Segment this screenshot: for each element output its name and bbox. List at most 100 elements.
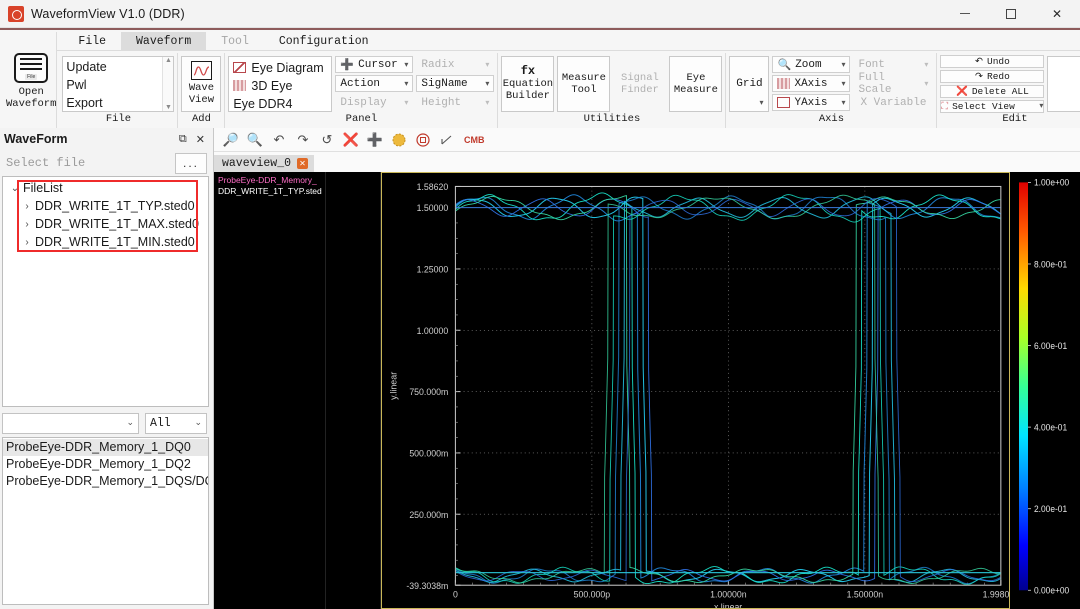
signal-filter-combo[interactable]: ⌄ [2,412,139,434]
scroll-up-icon[interactable]: ▲ [165,57,172,64]
svg-text:1.00e+00: 1.00e+00 [1034,178,1069,188]
type-filter-combo[interactable]: All ⌄ [145,412,207,434]
tree-item-typ[interactable]: › DDR_WRITE_1T_TYP.sted0 [3,197,208,215]
yaxis-button[interactable]: YAxis ▾ [772,94,851,111]
svg-text:500.000m: 500.000m [409,448,448,458]
close-button[interactable]: ✕ [1034,0,1080,28]
select-file-input[interactable]: Select file [2,152,171,174]
tab-file[interactable]: File [63,32,121,50]
eye-diagram-plot[interactable]: 1.58620 1.50000 1.25000 1.00000 750.000m 500.… [381,172,1010,609]
browse-button[interactable]: ... [175,152,207,174]
yaxis-button-label: YAxis [794,96,828,109]
zoom-in-icon[interactable]: 🔍 [244,130,266,150]
scroll-down-icon[interactable]: ▼ [165,104,172,111]
eye-diagram-svg[interactable]: 1.58620 1.50000 1.25000 1.00000 750.000m 500.… [382,173,1009,608]
file-action-update[interactable]: Update [66,58,173,76]
list-item[interactable]: ProbeEye-DDR_Memory_1_DQS/DQSB [3,473,208,490]
chevron-right-icon[interactable]: › [19,219,35,230]
eye-measure-button[interactable]: Eye Measure [669,55,723,112]
slope-icon[interactable] [436,130,458,150]
tab-tool[interactable]: Tool [206,32,264,50]
full-scale-button[interactable]: Full Scale ▾ [853,72,933,96]
svg-text:750.000m: 750.000m [409,387,448,397]
chevron-right-icon[interactable]: › [19,201,35,212]
tree-item-max[interactable]: › DDR_WRITE_1T_MAX.sted0 [3,215,208,233]
undo-icon[interactable]: ↶ [268,130,290,150]
title-bar: WaveformView V1.0 (DDR) ✕ [0,0,1080,28]
type-filter-value: All [150,416,171,430]
panel-menu-list[interactable]: Eye Diagram 3D Eye Eye DDR4 [228,55,333,113]
maximize-button[interactable] [988,0,1034,28]
zoom-button[interactable]: 🔍 Zoom ▾ [772,56,851,73]
axis-buttons-col1: 🔍 Zoom ▾ XAxis ▾ YAxis ▾ [772,56,851,111]
chevron-down-icon: ⌄ [126,418,134,428]
signal-finder-button[interactable]: Signal Finder [613,56,666,112]
svg-text:y.linear: y.linear [388,372,398,400]
crosshair-icon[interactable]: ➕ [364,130,386,150]
tab-waveform[interactable]: Waveform [121,32,207,50]
menu-item-3d-eye[interactable]: 3D Eye [233,77,331,95]
height-button[interactable]: Height ▾ [416,94,494,111]
list-item[interactable]: ProbeEye-DDR_Memory_1_DQ2 [3,456,208,473]
close-icon[interactable]: ✕ [297,158,309,169]
delete-icon[interactable]: ❌ [340,130,362,150]
signal-list[interactable]: ProbeEye-DDR_Memory_1_DQ0 ProbeEye-DDR_M… [2,437,209,605]
full-scale-button-label: Full Scale [858,71,892,96]
zoom-out-icon[interactable]: 🔎 [220,130,242,150]
grid-button[interactable]: Grid ▾ [729,55,770,112]
x-variable-button[interactable]: X Variable [853,94,933,111]
file-tree[interactable]: ⌄ FileList › DDR_WRITE_1T_TYP.sted0 › DD… [2,176,209,407]
signame-button[interactable]: SigName ▾ [416,75,495,92]
eye-measure-line2: Measure [673,83,718,96]
action-button[interactable]: Action ▾ [335,75,414,92]
undo-button[interactable]: ↶ Undo [940,54,1045,68]
redo-icon[interactable]: ↷ [292,130,314,150]
redo-button[interactable]: ↷ Redo [940,69,1045,83]
minimize-button[interactable] [942,0,988,28]
redo-icon: ↷ [975,70,983,82]
file-icon-label: File [25,73,38,80]
delete-all-button[interactable]: ❌ Delete ALL [940,84,1045,98]
tree-root-filelist[interactable]: ⌄ FileList [3,179,208,197]
cursor-button[interactable]: ➕ Cursor ▾ [335,56,414,73]
file-actions-list[interactable]: Update Pwl Export ▲ ▼ [62,55,175,112]
reset-icon[interactable]: ↺ [316,130,338,150]
measure-tool-line2: Tool [571,83,597,96]
chevron-down-icon[interactable]: ⌄ [7,183,23,194]
tree-item-min[interactable]: › DDR_WRITE_1T_MIN.sted0 [3,233,208,251]
list-item[interactable]: ProbeEye-DDR_Memory_1_DQ0 [3,439,208,456]
tab-configuration[interactable]: Configuration [264,32,384,50]
svg-text:0: 0 [453,590,458,600]
font-button[interactable]: Font ▾ [853,56,933,73]
marker-icon[interactable] [388,130,410,150]
file-action-pwl[interactable]: Pwl [66,76,173,94]
equation-builder-button[interactable]: fx Equation Builder [501,55,555,112]
xaxis-button[interactable]: XAxis ▾ [772,75,851,92]
chevron-down-icon: ▾ [404,98,409,108]
menu-item-eye-diagram[interactable]: Eye Diagram [233,59,331,77]
chevron-right-icon[interactable]: › [19,237,35,248]
display-button[interactable]: Display ▾ [335,94,413,111]
menu-item-eye-ddr4[interactable]: Eye DDR4 [233,95,331,113]
wave-view-button[interactable]: Wave View [181,55,222,112]
chevron-down-icon[interactable]: ▾ [759,98,763,108]
radix-button[interactable]: Radix ▾ [416,56,494,73]
measure-tool-button[interactable]: Measure Tool [557,55,611,112]
target-icon[interactable] [412,130,434,150]
dock-close-button[interactable]: ✕ [196,133,205,146]
display-button-label: Display [340,96,387,109]
chevron-down-icon: ▾ [841,60,846,70]
ribbon-group-panel: Eye Diagram 3D Eye Eye DDR4 ➕ Cursor ▾ A… [225,53,499,128]
edit-preview-pane [1047,55,1080,112]
file-list-scrollbar[interactable]: ▲ ▼ [162,56,174,111]
maximize-icon [1006,8,1016,19]
tab-waveview-0[interactable]: waveview_0 ✕ [214,155,315,172]
dock-float-button[interactable]: ⧉ [179,133,187,146]
cmb-label[interactable]: CMB [464,135,485,145]
svg-text:x.linear: x.linear [714,602,742,608]
svg-text:1.99805n: 1.99805n [983,590,1009,600]
select-view-button[interactable]: ⛶ Select View ▾ [940,99,1045,113]
file-action-export[interactable]: Export [66,94,173,112]
wave-view-line2: View [188,94,215,106]
open-waveform-button[interactable]: File Open Waveform [6,32,58,128]
